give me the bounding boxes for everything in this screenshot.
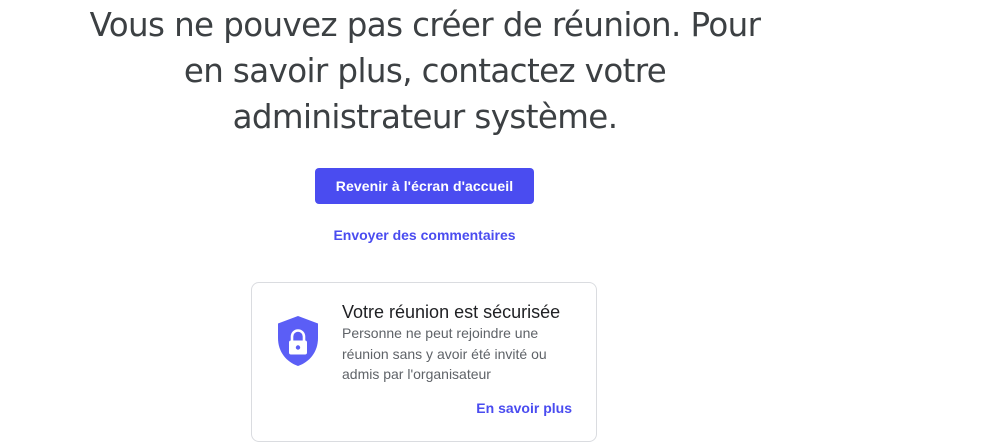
- error-message-line-1: Vous ne pouvez pas créer de réunion. Pou…: [89, 6, 761, 44]
- card-description-line-1: Personne ne peut rejoindre une: [342, 325, 539, 341]
- card-description: Personne ne peut rejoindre une réunion s…: [342, 323, 582, 385]
- error-message-line-2: en savoir plus, contactez votre: [183, 52, 667, 90]
- learn-more-link[interactable]: En savoir plus: [476, 397, 572, 419]
- card-title: Votre réunion est sécurisée: [342, 302, 561, 322]
- error-message: Vous ne pouvez pas créer de réunion. Pou…: [60, 2, 790, 140]
- send-feedback-link[interactable]: Envoyer des commentaires: [315, 224, 534, 246]
- error-message-line-3: administrateur système.: [232, 98, 618, 136]
- card-description-line-2: réunion sans y avoir été invité ou: [342, 345, 547, 362]
- shield-lock-icon: [278, 316, 318, 366]
- return-home-button[interactable]: Revenir à l'écran d'accueil: [315, 168, 534, 204]
- card-description-line-3: admis par l'organisateur: [342, 366, 491, 382]
- return-home-button-label: Revenir à l'écran d'accueil: [335, 178, 514, 194]
- meeting-security-card: Votre réunion est sécurisée Personne ne …: [251, 282, 597, 442]
